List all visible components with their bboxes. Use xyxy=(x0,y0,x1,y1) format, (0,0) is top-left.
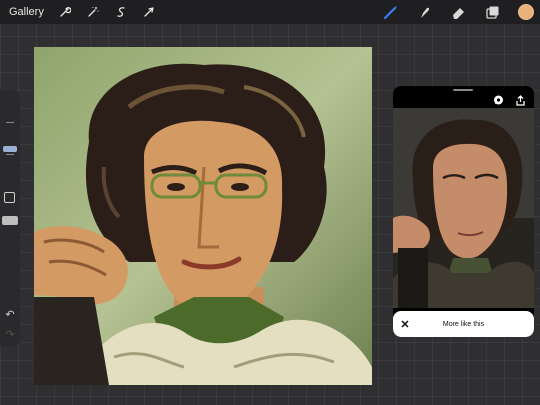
drawing-canvas[interactable] xyxy=(34,47,372,385)
share-icon[interactable] xyxy=(514,94,526,106)
magic-wand-icon[interactable] xyxy=(86,5,100,19)
chat-icon[interactable] xyxy=(492,94,504,106)
wrench-icon[interactable] xyxy=(58,5,72,19)
modify-button[interactable] xyxy=(4,192,15,203)
slider-tick xyxy=(6,154,14,155)
opacity-slider-handle[interactable] xyxy=(2,216,18,225)
panel-drag-handle[interactable] xyxy=(453,89,473,91)
slider-tick xyxy=(6,122,14,123)
selection-icon[interactable] xyxy=(114,5,128,19)
reference-panel: ✕ More like this xyxy=(393,86,534,337)
right-tool-group xyxy=(364,0,534,24)
brush-size-slider[interactable] xyxy=(3,100,17,190)
layers-icon[interactable] xyxy=(484,4,500,20)
more-like-this-bar[interactable]: ✕ More like this xyxy=(393,311,534,337)
redo-icon[interactable]: ↷ xyxy=(3,328,17,342)
color-swatch[interactable] xyxy=(518,4,534,20)
more-like-this-label[interactable]: More like this xyxy=(411,321,516,328)
gallery-button[interactable]: Gallery xyxy=(9,6,44,18)
left-sidebar: ↶ ↷ xyxy=(0,90,20,346)
reference-photo[interactable] xyxy=(393,108,534,308)
brush-icon[interactable] xyxy=(382,4,398,20)
undo-icon[interactable]: ↶ xyxy=(3,308,17,322)
panel-actions xyxy=(482,94,526,106)
smudge-icon[interactable] xyxy=(416,4,432,20)
top-toolbar: Gallery xyxy=(0,0,540,24)
eraser-icon[interactable] xyxy=(450,4,466,20)
transform-arrow-icon[interactable] xyxy=(142,5,156,19)
brush-size-handle[interactable] xyxy=(3,146,17,152)
portrait-painting xyxy=(34,47,372,385)
close-icon[interactable]: ✕ xyxy=(399,318,411,331)
